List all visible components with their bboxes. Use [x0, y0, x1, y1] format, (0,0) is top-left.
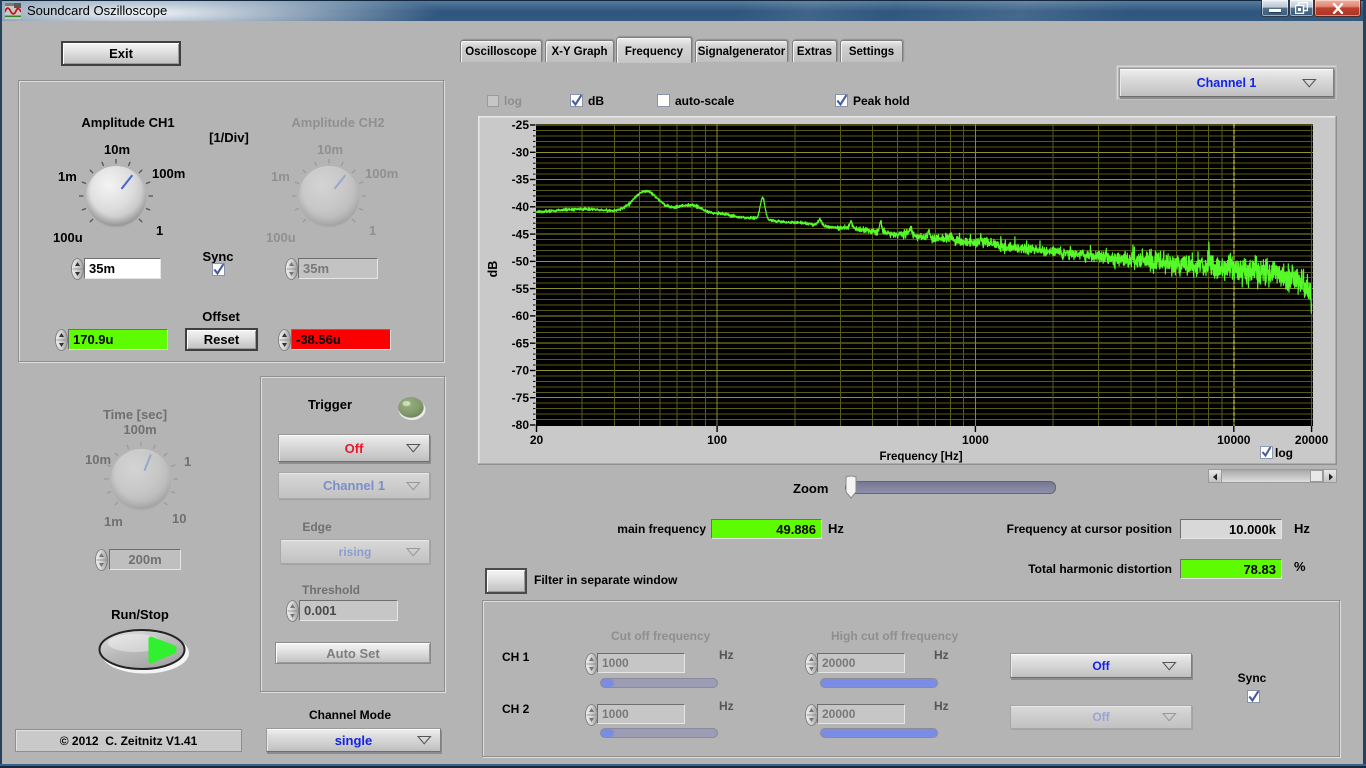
svg-text:-80: -80 — [512, 418, 530, 432]
svg-text:-60: -60 — [512, 309, 530, 323]
svg-text:100: 100 — [707, 433, 727, 447]
svg-text:-70: -70 — [512, 364, 530, 378]
svg-text:-50: -50 — [512, 255, 530, 269]
svg-text:Frequency [Hz]: Frequency [Hz] — [879, 451, 962, 463]
svg-text:1000: 1000 — [962, 433, 989, 447]
svg-text:-30: -30 — [512, 146, 530, 160]
svg-text:-35: -35 — [512, 173, 530, 187]
svg-text:log: log — [1275, 446, 1293, 460]
svg-text:10000: 10000 — [1217, 433, 1251, 447]
svg-text:20000: 20000 — [1295, 433, 1329, 447]
svg-text:20: 20 — [530, 433, 544, 447]
svg-text:-40: -40 — [512, 200, 530, 214]
svg-text:-45: -45 — [512, 227, 530, 241]
svg-text:-25: -25 — [512, 118, 530, 132]
svg-text:dB: dB — [486, 261, 500, 278]
svg-text:-75: -75 — [512, 391, 530, 405]
svg-text:-55: -55 — [512, 282, 530, 296]
svg-text:-65: -65 — [512, 336, 530, 350]
